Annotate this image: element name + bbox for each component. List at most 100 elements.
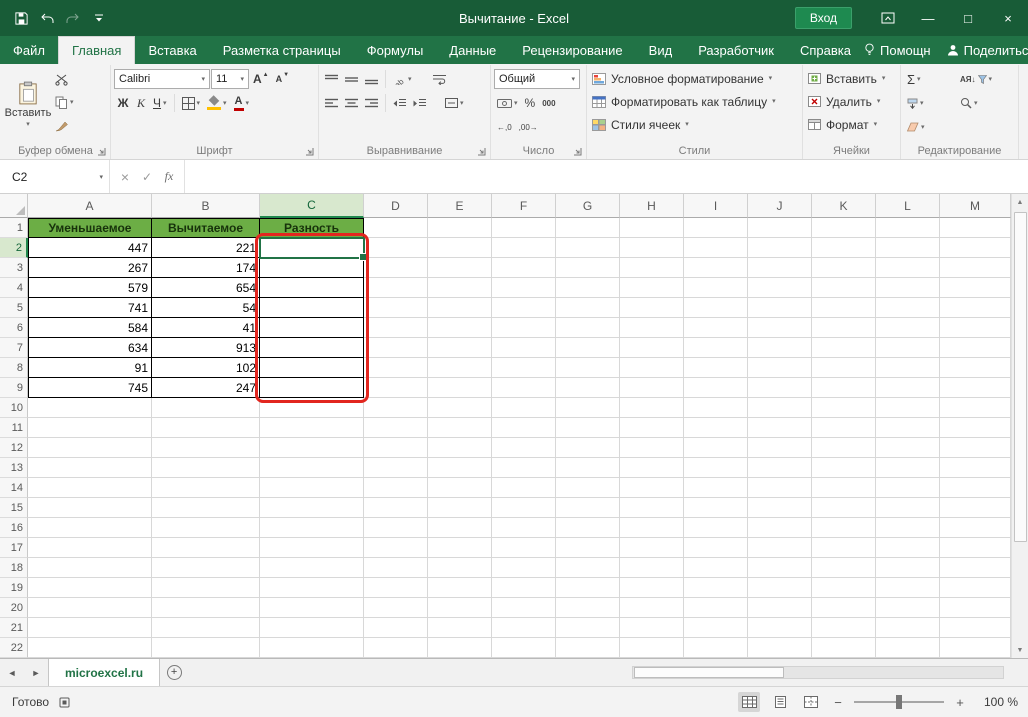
new-sheet-button[interactable]: +	[160, 659, 188, 686]
align-middle-button[interactable]	[342, 69, 361, 90]
increase-font-size-button[interactable]: А▲	[250, 69, 272, 90]
cell-D11[interactable]	[364, 418, 428, 438]
cell-C2[interactable]	[260, 238, 364, 258]
row-header-9[interactable]: 9	[0, 378, 28, 398]
cell-K14[interactable]	[812, 478, 876, 498]
cell-D9[interactable]	[364, 378, 428, 398]
cell-M5[interactable]	[940, 298, 1011, 318]
cell-J13[interactable]	[748, 458, 812, 478]
cell-B9[interactable]: 247	[152, 378, 260, 398]
cell-M12[interactable]	[940, 438, 1011, 458]
cell-L3[interactable]	[876, 258, 940, 278]
cell-E14[interactable]	[428, 478, 492, 498]
cell-G11[interactable]	[556, 418, 620, 438]
font-dialog-launcher[interactable]	[305, 147, 314, 156]
cell-L10[interactable]	[876, 398, 940, 418]
cell-K8[interactable]	[812, 358, 876, 378]
cell-A18[interactable]	[28, 558, 152, 578]
row-header-3[interactable]: 3	[0, 258, 28, 278]
row-header-20[interactable]: 20	[0, 598, 28, 618]
decrease-indent-button[interactable]	[390, 93, 409, 114]
cell-F2[interactable]	[492, 238, 556, 258]
formula-input[interactable]	[185, 160, 1028, 193]
cell-K18[interactable]	[812, 558, 876, 578]
cell-M21[interactable]	[940, 618, 1011, 638]
cell-F18[interactable]	[492, 558, 556, 578]
cell-E2[interactable]	[428, 238, 492, 258]
cell-F1[interactable]	[492, 218, 556, 238]
horizontal-scroll-thumb[interactable]	[634, 667, 784, 678]
cell-M15[interactable]	[940, 498, 1011, 518]
row-header-10[interactable]: 10	[0, 398, 28, 418]
scroll-down-icon[interactable]: ▼	[1012, 642, 1028, 658]
cell-F6[interactable]	[492, 318, 556, 338]
cell-D17[interactable]	[364, 538, 428, 558]
cell-I1[interactable]	[684, 218, 748, 238]
find-select-button[interactable]: ▾	[957, 93, 981, 114]
cell-D8[interactable]	[364, 358, 428, 378]
cell-M4[interactable]	[940, 278, 1011, 298]
cell-E1[interactable]	[428, 218, 492, 238]
cell-L7[interactable]	[876, 338, 940, 358]
insert-cells-button[interactable]: Вставить ▾	[806, 67, 897, 90]
cell-G5[interactable]	[556, 298, 620, 318]
cell-M20[interactable]	[940, 598, 1011, 618]
cell-G9[interactable]	[556, 378, 620, 398]
cell-J17[interactable]	[748, 538, 812, 558]
zoom-out-button[interactable]: −	[831, 695, 845, 710]
undo-button[interactable]	[36, 7, 58, 29]
format-painter-button[interactable]	[52, 115, 77, 136]
cell-H8[interactable]	[620, 358, 684, 378]
cell-H18[interactable]	[620, 558, 684, 578]
cell-F21[interactable]	[492, 618, 556, 638]
cell-E6[interactable]	[428, 318, 492, 338]
row-header-14[interactable]: 14	[0, 478, 28, 498]
row-header-4[interactable]: 4	[0, 278, 28, 298]
row-header-8[interactable]: 8	[0, 358, 28, 378]
cell-E12[interactable]	[428, 438, 492, 458]
minimize-button[interactable]: —	[908, 0, 948, 36]
cell-I16[interactable]	[684, 518, 748, 538]
cell-E9[interactable]	[428, 378, 492, 398]
cell-G8[interactable]	[556, 358, 620, 378]
name-box[interactable]: C2 ▾	[0, 160, 110, 193]
cell-B7[interactable]: 913	[152, 338, 260, 358]
cell-G19[interactable]	[556, 578, 620, 598]
cell-G2[interactable]	[556, 238, 620, 258]
column-header-L[interactable]: L	[876, 194, 940, 218]
cell-B15[interactable]	[152, 498, 260, 518]
cell-J5[interactable]	[748, 298, 812, 318]
cell-H21[interactable]	[620, 618, 684, 638]
cell-D7[interactable]	[364, 338, 428, 358]
vertical-scroll-thumb[interactable]	[1014, 212, 1027, 542]
conditional-formatting-button[interactable]: Условное форматирование ▾	[590, 67, 799, 90]
delete-cells-button[interactable]: Удалить ▾	[806, 90, 897, 113]
cell-F9[interactable]	[492, 378, 556, 398]
cell-L19[interactable]	[876, 578, 940, 598]
row-header-11[interactable]: 11	[0, 418, 28, 438]
cell-C11[interactable]	[260, 418, 364, 438]
cell-I12[interactable]	[684, 438, 748, 458]
cell-D2[interactable]	[364, 238, 428, 258]
cell-B22[interactable]	[152, 638, 260, 658]
cell-C16[interactable]	[260, 518, 364, 538]
save-button[interactable]	[10, 7, 32, 29]
cell-H4[interactable]	[620, 278, 684, 298]
cell-C8[interactable]	[260, 358, 364, 378]
cell-D19[interactable]	[364, 578, 428, 598]
decrease-decimal-button[interactable]: ,00→	[516, 117, 541, 138]
percent-style-button[interactable]: %	[522, 93, 539, 114]
cell-K15[interactable]	[812, 498, 876, 518]
cell-E15[interactable]	[428, 498, 492, 518]
zoom-in-button[interactable]: +	[953, 695, 967, 710]
row-header-12[interactable]: 12	[0, 438, 28, 458]
cell-A20[interactable]	[28, 598, 152, 618]
cell-J11[interactable]	[748, 418, 812, 438]
cell-H3[interactable]	[620, 258, 684, 278]
cell-B13[interactable]	[152, 458, 260, 478]
cell-E16[interactable]	[428, 518, 492, 538]
row-header-22[interactable]: 22	[0, 638, 28, 658]
cell-A11[interactable]	[28, 418, 152, 438]
cell-L4[interactable]	[876, 278, 940, 298]
cell-E4[interactable]	[428, 278, 492, 298]
